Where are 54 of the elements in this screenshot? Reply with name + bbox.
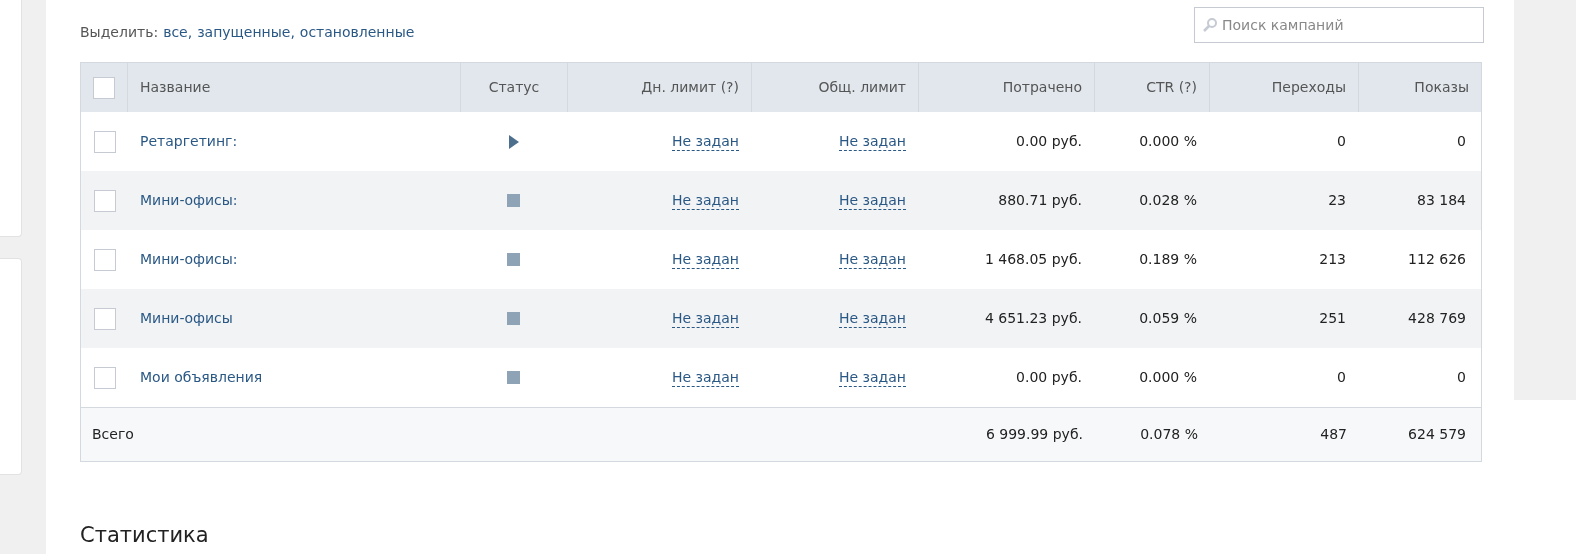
table-cell-text: 251 — [1319, 309, 1346, 328]
table-cell-text: 0 — [1337, 132, 1346, 151]
limit-link[interactable]: Не задан — [671, 309, 739, 328]
limit-link[interactable]: Не задан — [838, 191, 906, 210]
table-cell-text: 0.00 руб. — [1016, 132, 1082, 151]
select-link[interactable]: остановленные — [299, 21, 415, 43]
select-link[interactable]: все, — [163, 21, 193, 43]
campaign-link[interactable]: Мои объявления — [140, 369, 263, 385]
checkbox[interactable] — [93, 248, 116, 271]
table-cell-text: 0.189 % — [1139, 250, 1197, 269]
limit-link[interactable]: Не задан — [838, 132, 906, 151]
table-cell-text: 624 579 — [1408, 425, 1466, 444]
limit-link[interactable]: Не задан — [838, 250, 906, 269]
select-label: Выделить: — [80, 22, 159, 42]
table-cell-text: 428 769 — [1408, 309, 1466, 328]
table-cell-text: 487 — [1320, 425, 1347, 444]
table-cell-text: 0 — [1457, 368, 1466, 387]
table-cell-text: 4 651.23 руб. — [984, 309, 1082, 328]
search-field[interactable]: Поиск кампаний — [1194, 7, 1484, 43]
limit-link[interactable]: Не задан — [838, 309, 906, 328]
checkbox[interactable] — [93, 130, 116, 153]
table-cell-text: 6 999.99 руб. — [985, 425, 1083, 444]
table-cell-text: 0.000 % — [1139, 368, 1197, 387]
checkbox[interactable] — [93, 307, 116, 330]
table-cell-text: 880.71 руб. — [998, 191, 1082, 210]
table-cell-text: 1 468.05 руб. — [984, 250, 1082, 269]
campaign-link[interactable]: Ретаргетинг: — [140, 133, 238, 149]
table-cell-text: 0.028 % — [1139, 191, 1197, 210]
search-icon — [1203, 18, 1217, 32]
campaign-link[interactable]: Мини-офисы — [140, 310, 233, 326]
table-cell-text: 0.059 % — [1139, 309, 1197, 328]
table-cell-text: 0 — [1457, 132, 1466, 151]
total-label: Всего — [92, 426, 134, 442]
table-cell-text: 23 — [1328, 191, 1346, 210]
limit-link[interactable]: Не задан — [671, 368, 739, 387]
table-cell-text: 213 — [1319, 250, 1346, 269]
table-cell-text: 0 — [1337, 368, 1346, 387]
checkbox[interactable] — [93, 76, 115, 99]
table-cell-text: 112 626 — [1408, 250, 1466, 269]
checkbox[interactable] — [93, 189, 116, 212]
table-cell-text: 0.078 % — [1140, 425, 1198, 444]
campaign-link[interactable]: Мини-офисы: — [140, 251, 238, 267]
select-link[interactable]: запущенные, — [197, 21, 295, 43]
checkbox[interactable] — [93, 366, 116, 389]
limit-link[interactable]: Не задан — [838, 368, 906, 387]
limit-link[interactable]: Не задан — [671, 191, 739, 210]
limit-link[interactable]: Не задан — [671, 250, 739, 269]
limit-link[interactable]: Не задан — [671, 132, 739, 151]
column-header[interactable]: Название — [128, 63, 460, 112]
table-cell-text: 0.00 руб. — [1016, 368, 1082, 387]
table-cell-text: 83 184 — [1417, 191, 1466, 210]
table-cell-text: 0.000 % — [1139, 132, 1197, 151]
section-title: Статистика — [80, 522, 210, 549]
campaign-link[interactable]: Мини-офисы: — [140, 192, 238, 208]
